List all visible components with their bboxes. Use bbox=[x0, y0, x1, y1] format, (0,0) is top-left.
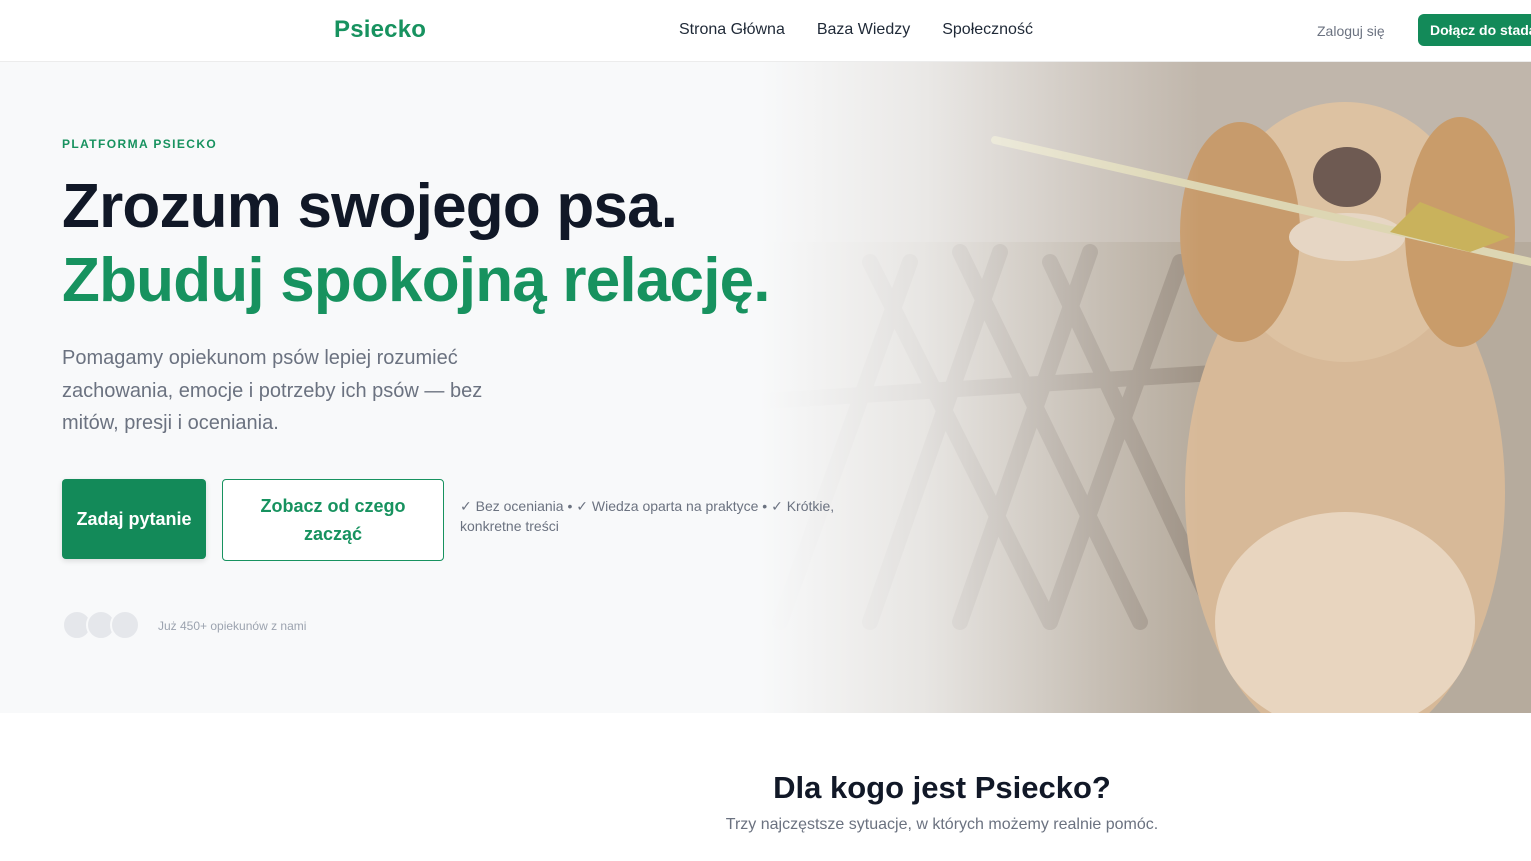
hero-title-line1: Zrozum swojego psa. bbox=[62, 172, 678, 241]
join-button[interactable]: Dołącz do stada bbox=[1418, 14, 1531, 46]
nav-link-knowledge-base[interactable]: Baza Wiedzy bbox=[817, 21, 910, 39]
trust-points: ✓ Bez oceniania • ✓ Wiedza oparta na pra… bbox=[460, 498, 835, 534]
login-link[interactable]: Zaloguj się bbox=[1317, 23, 1385, 39]
section-title: Dla kogo jest Psiecko? bbox=[773, 770, 1111, 805]
hero-section: PLATFORMA PSIECKO Zrozum swojego psa. Zb… bbox=[0, 62, 1531, 713]
nav-link-community[interactable]: Społeczność bbox=[942, 21, 1033, 39]
ask-question-button[interactable]: Zadaj pytanie bbox=[62, 479, 206, 559]
hero-title-line2: Zbuduj spokojną relację. bbox=[62, 246, 771, 315]
avatar-group bbox=[62, 610, 146, 640]
section-subtitle: Trzy najczęstsze sytuacje, w których moż… bbox=[725, 816, 1159, 833]
nav-link-home[interactable]: Strona Główna bbox=[679, 21, 785, 39]
hero-description: Pomagamy opiekunom psów lepiej rozumieć … bbox=[62, 347, 483, 434]
main-nav: Strona Główna Baza Wiedzy Społeczność bbox=[679, 21, 1033, 39]
hero-photo-fade bbox=[700, 62, 1200, 713]
hero-eyebrow: PLATFORMA PSIECKO bbox=[62, 137, 218, 151]
avatar bbox=[110, 610, 140, 640]
site-logo[interactable]: Psiecko bbox=[334, 16, 426, 44]
get-started-button[interactable]: Zobacz od czego zacząć bbox=[222, 479, 444, 561]
community-count-text: Już 450+ opiekunów z nami bbox=[158, 619, 307, 633]
top-navigation-bar: Psiecko Strona Główna Baza Wiedzy Społec… bbox=[0, 0, 1531, 62]
